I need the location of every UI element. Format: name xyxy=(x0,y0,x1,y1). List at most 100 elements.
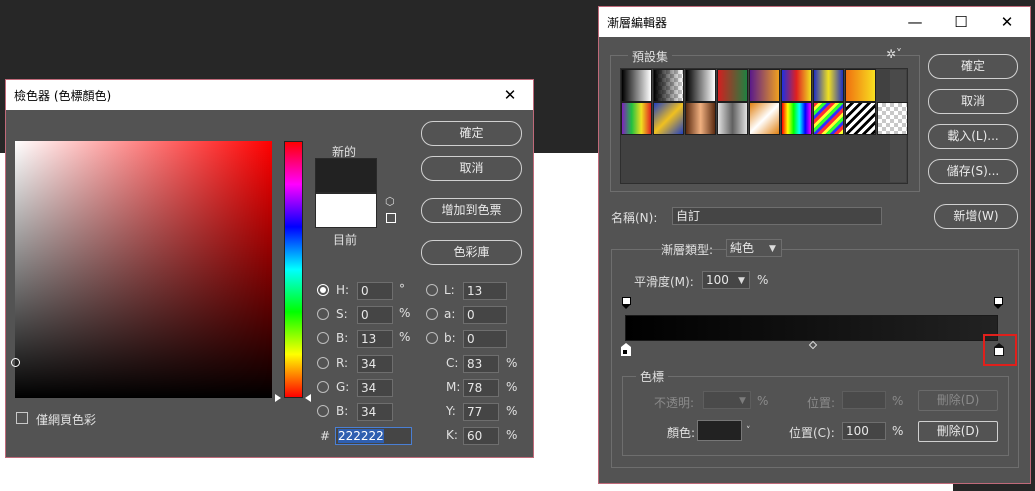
preset-swatch[interactable] xyxy=(813,102,844,135)
preset-swatch[interactable] xyxy=(717,102,748,135)
minimize-icon[interactable]: — xyxy=(892,7,938,37)
current-color-swatch[interactable] xyxy=(315,193,377,228)
cyan-input[interactable]: 83 xyxy=(463,355,499,373)
save-button[interactable]: 儲存(S)... xyxy=(928,159,1018,184)
preset-swatch[interactable] xyxy=(653,102,684,135)
chevron-down-icon[interactable]: ˅ xyxy=(746,426,751,436)
lab-a-radio[interactable] xyxy=(426,308,438,320)
hex-input-selection: 222222 xyxy=(338,429,384,443)
lab-l-input[interactable]: 13 xyxy=(463,282,507,300)
blue-radio[interactable] xyxy=(317,405,329,417)
cancel-button[interactable]: 取消 xyxy=(421,156,522,181)
preset-swatch[interactable] xyxy=(813,69,844,102)
preset-swatch[interactable] xyxy=(749,102,780,135)
preset-swatch[interactable] xyxy=(621,69,652,102)
lab-a-input[interactable]: 0 xyxy=(463,306,507,324)
chevron-down-icon: ▼ xyxy=(769,244,776,254)
yellow-unit: % xyxy=(506,404,518,418)
opacity-unit: % xyxy=(757,394,769,408)
hue-slider-handle-left[interactable] xyxy=(275,394,281,402)
gradient-type-select[interactable]: 純色 ▼ xyxy=(726,239,782,257)
selection-highlight xyxy=(983,334,1017,366)
lab-a-label: a: xyxy=(444,307,456,321)
preset-swatch[interactable] xyxy=(781,102,812,135)
load-button[interactable]: 載入(L)... xyxy=(928,124,1018,149)
out-of-gamut-cube-icon[interactable]: ⬡ xyxy=(385,196,397,208)
hue-input[interactable]: 0 xyxy=(357,282,393,300)
red-radio[interactable] xyxy=(317,357,329,369)
saturation-brightness-field[interactable] xyxy=(15,141,272,398)
chevron-down-icon: ▼ xyxy=(739,396,746,406)
saturation-radio[interactable] xyxy=(317,308,329,320)
brightness-input[interactable]: 13 xyxy=(357,330,393,348)
smoothness-input[interactable]: 100 ▼ xyxy=(702,271,750,289)
color-picker-titlebar: 檢色器 (色標顏色) ✕ xyxy=(6,80,533,110)
preset-swatch[interactable] xyxy=(781,69,812,102)
cancel-button[interactable]: 取消 xyxy=(928,89,1018,114)
lab-l-label: L: xyxy=(444,283,455,297)
lab-b-label: b: xyxy=(444,331,456,345)
brightness-radio[interactable] xyxy=(317,332,329,344)
hex-input[interactable]: 222222 xyxy=(335,427,412,445)
preset-swatch[interactable] xyxy=(749,69,780,102)
color-stop-left[interactable] xyxy=(621,343,631,357)
green-input[interactable]: 34 xyxy=(357,379,393,397)
gear-icon[interactable]: ✲˅ xyxy=(886,47,902,61)
preset-swatch[interactable] xyxy=(621,102,652,135)
hue-slider-handle-right[interactable] xyxy=(305,394,311,402)
blue-input[interactable]: 34 xyxy=(357,403,393,421)
saturation-input[interactable]: 0 xyxy=(357,306,393,324)
preset-swatch[interactable] xyxy=(685,69,716,102)
magenta-input[interactable]: 78 xyxy=(463,379,499,397)
gradient-type-label: 漸層類型: xyxy=(661,243,714,257)
green-radio[interactable] xyxy=(317,381,329,393)
lab-b-input[interactable]: 0 xyxy=(463,330,507,348)
color-field-marker[interactable] xyxy=(11,358,20,367)
cyan-label: C: xyxy=(446,356,459,370)
opacity-stop-right[interactable] xyxy=(994,297,1003,309)
add-to-swatches-button[interactable]: 增加到色票 xyxy=(421,198,522,223)
gradient-preview-bar[interactable] xyxy=(625,315,998,341)
name-label: 名稱(N): xyxy=(611,211,658,225)
color-libraries-button[interactable]: 色彩庫 xyxy=(421,240,522,265)
red-label: R: xyxy=(336,356,349,370)
maximize-icon[interactable]: ☐ xyxy=(938,7,984,37)
only-web-colors-checkbox[interactable] xyxy=(16,412,28,424)
new-button[interactable]: 新增(W) xyxy=(934,204,1018,229)
ok-button[interactable]: 確定 xyxy=(421,121,522,146)
chevron-down-icon: ▼ xyxy=(738,276,745,286)
stops-group-label: 色標 xyxy=(636,368,669,385)
smoothness-value: 100 xyxy=(706,273,729,287)
yellow-label: Y: xyxy=(446,404,456,418)
close-icon[interactable]: ✕ xyxy=(487,80,533,110)
black-input[interactable]: 60 xyxy=(463,427,499,445)
magenta-label: M: xyxy=(446,380,461,394)
preset-swatch[interactable] xyxy=(717,69,748,102)
opacity-location-input xyxy=(842,391,886,409)
delete-color-stop-button[interactable]: 刪除(D) xyxy=(918,421,998,442)
hue-radio[interactable] xyxy=(317,284,329,296)
lab-l-radio[interactable] xyxy=(426,284,438,296)
name-input[interactable]: 自訂 xyxy=(672,207,882,225)
preset-swatch[interactable] xyxy=(685,102,716,135)
gradient-type-value: 純色 xyxy=(730,241,755,255)
saturation-label: S: xyxy=(336,307,348,321)
gradient-editor-titlebar: 漸層編輯器 — ☐ ✕ xyxy=(599,7,1030,37)
yellow-input[interactable]: 77 xyxy=(463,403,499,421)
preset-swatch[interactable] xyxy=(845,69,876,102)
lab-b-radio[interactable] xyxy=(426,332,438,344)
close-icon[interactable]: ✕ xyxy=(984,7,1030,37)
preset-swatch[interactable] xyxy=(877,102,908,135)
stop-color-swatch[interactable] xyxy=(697,420,742,441)
preset-swatch[interactable] xyxy=(845,102,876,135)
red-input[interactable]: 34 xyxy=(357,355,393,373)
color-location-label: 位置(C): xyxy=(789,426,835,440)
hue-slider[interactable] xyxy=(284,141,303,398)
color-location-input[interactable]: 100 xyxy=(842,422,886,440)
blue-label: B: xyxy=(336,404,349,418)
ok-button[interactable]: 確定 xyxy=(928,54,1018,79)
web-safe-square-icon[interactable] xyxy=(386,213,396,223)
delete-opacity-stop-button: 刪除(D) xyxy=(918,390,998,411)
opacity-stop-left[interactable] xyxy=(622,297,631,309)
preset-swatch[interactable] xyxy=(653,69,684,102)
